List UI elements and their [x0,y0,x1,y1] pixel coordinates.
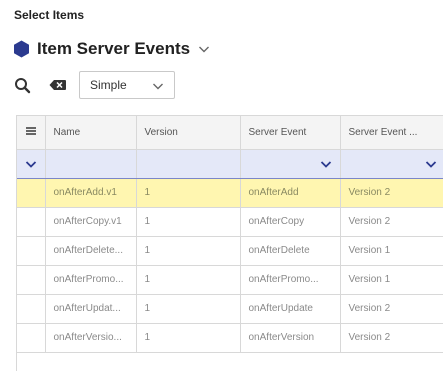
filter-options-cell[interactable] [17,148,46,179]
item-type-title[interactable]: Item Server Events [13,38,210,60]
search-mode-select[interactable]: Simple [79,71,175,99]
filter-name-input[interactable] [45,148,137,179]
table-row[interactable]: onAfterPromo... 1 onAfterPromo... Versio… [17,265,443,295]
cell-name: onAfterVersio... [45,323,137,353]
table-row[interactable]: onAfterCopy.v1 1 onAfterCopy Version 2 [17,207,443,237]
search-button[interactable] [9,71,36,99]
cell-server-event-version: Version 1 [340,265,443,295]
cell-server-event-version: Version 2 [340,178,443,208]
cell-version: 1 [136,178,241,208]
cell-name: onAfterUpdat... [45,294,137,324]
chevron-down-icon [153,83,163,90]
row-selector[interactable] [17,265,46,295]
cell-name: onAfterPromo... [45,265,137,295]
search-mode-value: Simple [90,78,127,92]
cell-version: 1 [136,265,241,295]
clear-filter-icon [49,80,66,90]
table-row[interactable]: onAfterDelete... 1 onAfterDelete Version… [17,236,443,266]
page-header: Select Items [14,8,85,22]
row-selector[interactable] [17,207,46,237]
column-header-name[interactable]: Name [45,116,137,150]
cell-server-event: onAfterVersion [240,323,341,353]
cell-server-event-version: Version 2 [340,207,443,237]
cell-server-event: onAfterPromo... [240,265,341,295]
select-all-column-header[interactable] [17,116,46,150]
clear-filter-button[interactable] [44,71,71,99]
table-row[interactable]: onAfterAdd.v1 1 onAfterAdd Version 2 [17,178,443,208]
chevron-down-icon[interactable] [198,44,210,54]
filter-server-event-select[interactable] [240,148,341,179]
row-selector[interactable] [17,236,46,266]
cell-server-event: onAfterUpdate [240,294,341,324]
hexagon-icon [14,40,29,58]
chevron-down-icon [320,160,331,168]
cell-version: 1 [136,236,241,266]
search-icon [15,77,31,93]
filter-row [17,148,443,179]
row-selector[interactable] [17,294,46,324]
row-selector-icon [25,126,36,135]
row-selector[interactable] [17,178,46,208]
cell-version: 1 [136,207,241,237]
cell-server-event: onAfterDelete [240,236,341,266]
cell-server-event-version: Version 2 [340,294,443,324]
results-grid: Name Version Server Event Server Event .… [16,115,443,371]
cell-server-event: onAfterAdd [240,178,341,208]
toolbar: Simple [9,69,175,101]
table-row[interactable]: onAfterUpdat... 1 onAfterUpdate Version … [17,294,443,324]
filter-server-event-version-select[interactable] [340,148,443,179]
cell-name: onAfterDelete... [45,236,137,266]
column-header-version[interactable]: Version [136,116,241,150]
column-header-server-event[interactable]: Server Event [240,116,341,150]
chevron-down-icon [25,160,36,168]
filter-version-input[interactable] [136,148,241,179]
cell-server-event: onAfterCopy [240,207,341,237]
chevron-down-icon [425,160,436,168]
cell-server-event-version: Version 1 [340,236,443,266]
cell-server-event-version: Version 2 [340,323,443,353]
cell-version: 1 [136,323,241,353]
table-row[interactable]: onAfterVersio... 1 onAfterVersion Versio… [17,323,443,353]
page-title: Item Server Events [37,39,191,58]
cell-name: onAfterCopy.v1 [45,207,137,237]
cell-version: 1 [136,294,241,324]
row-selector[interactable] [17,323,46,353]
column-header-server-event-version[interactable]: Server Event ... [340,116,443,150]
cell-name: onAfterAdd.v1 [45,178,137,208]
